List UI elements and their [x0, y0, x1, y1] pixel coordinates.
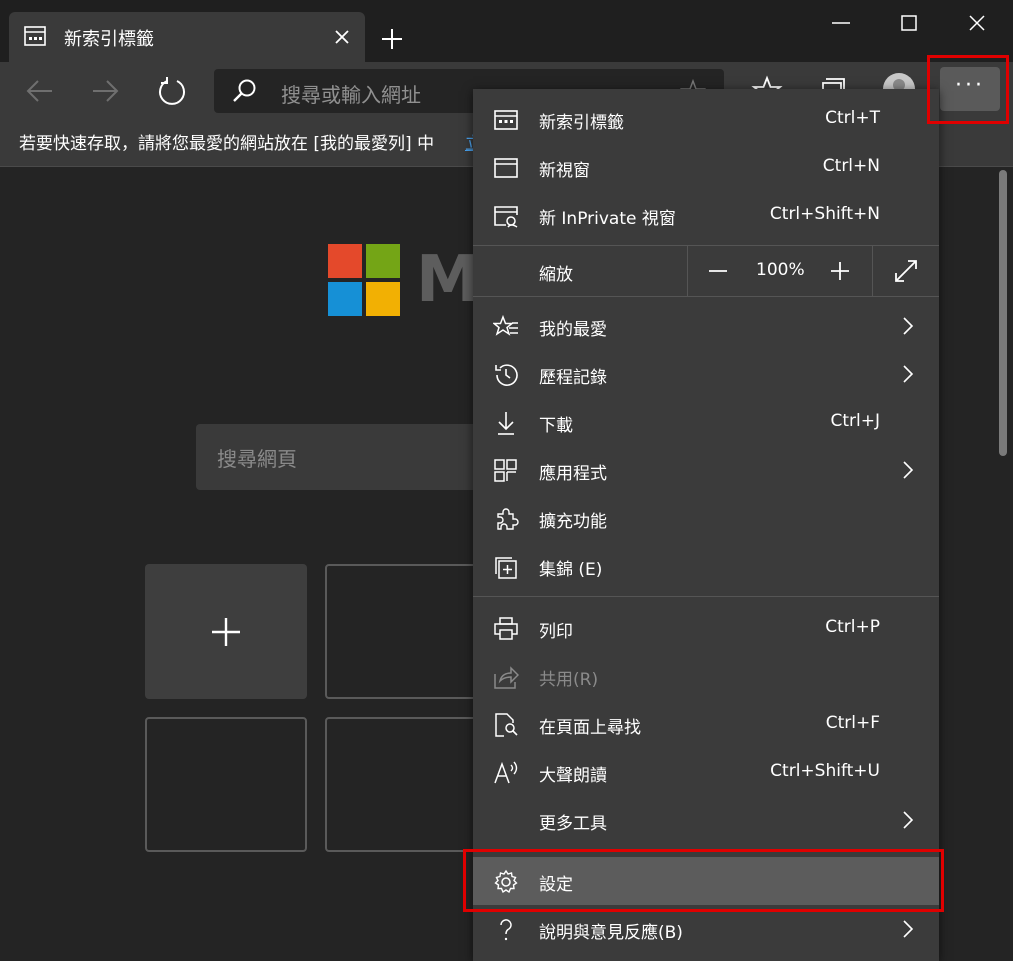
- chevron-right-icon: [898, 460, 918, 480]
- menu-item-more-tools[interactable]: 更多工具: [473, 796, 939, 844]
- zoom-label: 縮放: [539, 265, 573, 285]
- search-icon: [232, 78, 258, 104]
- read-aloud-icon: [493, 760, 519, 786]
- menu-item-print[interactable]: 列印 Ctrl+P: [473, 604, 939, 652]
- apps-icon: [493, 458, 519, 484]
- chevron-right-icon: [898, 364, 918, 384]
- menu-item-find-on-page[interactable]: 在頁面上尋找 Ctrl+F: [473, 700, 939, 748]
- tab-new-tab[interactable]: 新索引標籤: [9, 12, 365, 62]
- highlight-more-button: [927, 55, 1009, 124]
- close-tab-icon[interactable]: [331, 26, 353, 48]
- menu-item-history[interactable]: 歷程記錄: [473, 350, 939, 398]
- extensions-icon: [493, 506, 519, 532]
- favorites-bar-message: 若要快速存取，請將您最愛的網站放在 [我的最愛列] 中: [19, 134, 435, 154]
- menu-item-new-tab[interactable]: 新索引標籤 Ctrl+T: [473, 95, 939, 143]
- page-scrollbar[interactable]: [999, 170, 1007, 456]
- menu-item-collections[interactable]: 集錦 (E): [473, 542, 939, 590]
- window-icon: [493, 155, 519, 181]
- fullscreen-icon[interactable]: [893, 258, 919, 284]
- refresh-icon[interactable]: [155, 74, 189, 108]
- zoom-divider: [872, 246, 873, 296]
- new-tab-plus-icon[interactable]: [378, 25, 406, 53]
- menu-item-apps[interactable]: 應用程式: [473, 446, 939, 494]
- chevron-right-icon: [898, 810, 918, 830]
- settings-and-more-menu: 新索引標籤 Ctrl+T 新視窗 Ctrl+N 新 InPrivate 視窗 C…: [473, 89, 939, 961]
- tab-icon: [493, 107, 519, 133]
- title-bar: 新索引標籤: [0, 0, 1013, 62]
- menu-item-new-window[interactable]: 新視窗 Ctrl+N: [473, 143, 939, 191]
- zoom-divider: [687, 246, 688, 296]
- address-placeholder: 搜尋或輸入網址: [281, 83, 421, 107]
- menu-item-help-and-feedback[interactable]: 說明與意見反應(B): [473, 905, 939, 953]
- zoom-in-icon[interactable]: [827, 258, 853, 284]
- highlight-settings-item: [463, 849, 944, 912]
- help-icon: [493, 917, 519, 943]
- close-window-icon[interactable]: [965, 11, 989, 35]
- menu-item-new-inprivate-window[interactable]: 新 InPrivate 視窗 Ctrl+Shift+N: [473, 191, 939, 239]
- history-icon: [493, 362, 519, 388]
- quick-link-tile[interactable]: [145, 717, 307, 852]
- menu-item-downloads[interactable]: 下載 Ctrl+J: [473, 398, 939, 446]
- quick-link-tile[interactable]: [325, 717, 487, 852]
- web-search-input[interactable]: 搜尋網頁: [196, 424, 496, 490]
- menu-separator: [473, 596, 939, 597]
- add-quick-link-tile[interactable]: [145, 564, 307, 699]
- share-icon: [493, 664, 519, 690]
- minimize-icon[interactable]: [829, 11, 853, 35]
- zoom-value: 100%: [756, 260, 805, 280]
- tab-title: 新索引標籤: [64, 29, 154, 50]
- quick-link-tile[interactable]: [325, 564, 487, 699]
- zoom-row: 縮放 100%: [473, 246, 939, 296]
- tab-page-icon: [24, 26, 46, 46]
- back-arrow-icon[interactable]: [23, 74, 57, 108]
- menu-item-favorites[interactable]: 我的最愛: [473, 302, 939, 350]
- favorites-icon: [493, 314, 519, 340]
- zoom-out-icon[interactable]: [705, 258, 731, 284]
- microsoft-logo-icon: [328, 244, 400, 316]
- menu-item-share: 共用(R): [473, 652, 939, 700]
- plus-icon: [208, 614, 244, 650]
- web-search-placeholder: 搜尋網頁: [217, 447, 297, 471]
- microsoft-wordmark: M: [416, 243, 480, 317]
- inprivate-icon: [493, 203, 519, 229]
- download-icon: [493, 410, 519, 436]
- forward-arrow-icon[interactable]: [88, 74, 122, 108]
- menu-item-read-aloud[interactable]: 大聲朗讀 Ctrl+Shift+U: [473, 748, 939, 796]
- collections-icon: [493, 554, 519, 580]
- find-icon: [493, 712, 519, 738]
- maximize-icon[interactable]: [897, 11, 921, 35]
- menu-separator: [473, 296, 939, 297]
- print-icon: [493, 616, 519, 642]
- menu-item-extensions[interactable]: 擴充功能: [473, 494, 939, 542]
- chevron-right-icon: [898, 919, 918, 939]
- chevron-right-icon: [898, 316, 918, 336]
